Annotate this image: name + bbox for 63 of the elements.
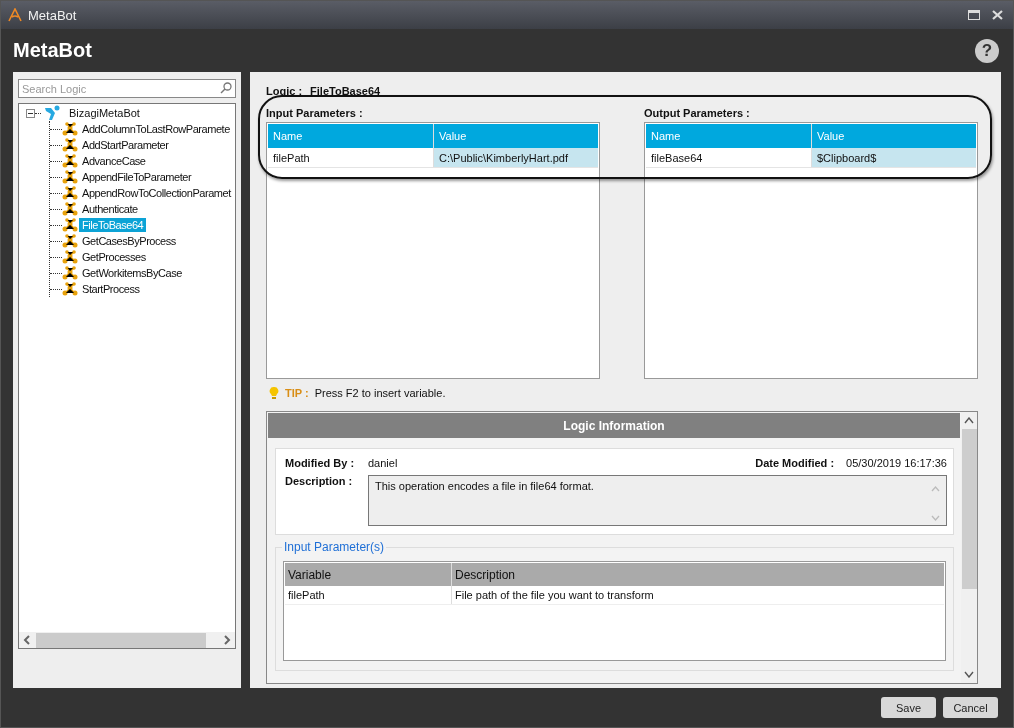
scroll-up-icon[interactable]	[964, 417, 974, 424]
table-cell-text: filePath	[272, 150, 311, 166]
table-cell-text: fileBase64	[650, 150, 704, 166]
table-cell[interactable]: C:\Public\KimberlyHart.pdf	[433, 148, 598, 167]
node-icon	[62, 250, 78, 264]
tip-label: TIP :	[285, 387, 309, 399]
field-value: daniel	[368, 457, 398, 469]
panel-header: Logic Information	[268, 413, 960, 438]
section-title: Output Parameters :	[644, 107, 751, 119]
tree-item[interactable]: AdvanceCase	[79, 154, 149, 168]
scroll-right-icon[interactable]	[223, 635, 231, 645]
tree-item[interactable]: AddStartParameter	[79, 138, 172, 152]
maximize-icon[interactable]	[968, 10, 980, 20]
tree-item[interactable]: GetWorkitemsByCase	[79, 266, 185, 280]
cancel-button[interactable]: Cancel	[943, 697, 998, 718]
column-header: Name	[272, 129, 304, 144]
scroll-down-icon[interactable]	[964, 671, 974, 678]
node-icon	[62, 234, 78, 248]
node-icon	[62, 218, 78, 232]
field-value: 05/30/2019 16:17:36	[846, 457, 947, 469]
column-header: Description	[454, 566, 517, 584]
field-label: Date Modified :	[755, 457, 835, 469]
search-field[interactable]: Search Logic	[18, 79, 236, 98]
node-icon	[62, 186, 78, 200]
logo-icon	[8, 8, 22, 22]
tree-item[interactable]: Authenticate	[79, 202, 141, 216]
section-title: Input Parameters :	[266, 107, 364, 119]
close-icon[interactable]	[992, 10, 1003, 20]
tip-text: Press F2 to insert variable.	[314, 387, 446, 399]
node-icon	[62, 202, 78, 216]
page-title: MetaBot	[13, 39, 93, 62]
field-label: Description :	[285, 475, 354, 489]
robot-icon	[43, 105, 61, 121]
tree-item[interactable]: AddColumnToLastRowParamete	[79, 122, 233, 136]
node-icon	[62, 170, 78, 184]
field-label: Modified By :	[285, 457, 356, 469]
lightbulb-icon	[269, 386, 279, 400]
column-header: Name	[650, 129, 682, 144]
tree-item[interactable]: AppendRowToCollectionParamet	[79, 186, 234, 200]
help-button[interactable]: ?	[975, 38, 999, 63]
vertical-scrollbar[interactable]	[961, 412, 977, 683]
save-button[interactable]: Save	[881, 697, 936, 718]
table-cell: filePath	[285, 586, 452, 604]
node-icon	[62, 154, 78, 168]
search-icon	[220, 82, 232, 94]
tree-item[interactable]: GetCasesByProcess	[79, 234, 179, 248]
horizontal-scrollbar[interactable]	[19, 632, 235, 648]
table-cell-text: File path of the file you want to transform	[454, 588, 655, 603]
tree-item[interactable]: StartProcess	[79, 282, 143, 296]
tree-item[interactable]: BizagiMetaBot	[66, 106, 143, 120]
collapse-toggle[interactable]	[26, 108, 35, 118]
column-header: Variable	[285, 563, 452, 586]
tree-item[interactable]: AppendFileToParameter	[79, 170, 195, 184]
table-cell[interactable]: $Clipboard$	[811, 148, 976, 167]
node-icon	[62, 122, 78, 136]
tree-item[interactable]: GetProcesses	[79, 250, 149, 264]
logic-name: FileToBase64	[310, 85, 381, 97]
group-title: Input Parameter(s)	[282, 540, 387, 554]
node-icon	[62, 282, 78, 296]
scroll-left-icon[interactable]	[23, 635, 31, 645]
node-icon	[62, 266, 78, 280]
node-icon	[62, 138, 78, 152]
window-title: MetaBot	[28, 7, 77, 23]
